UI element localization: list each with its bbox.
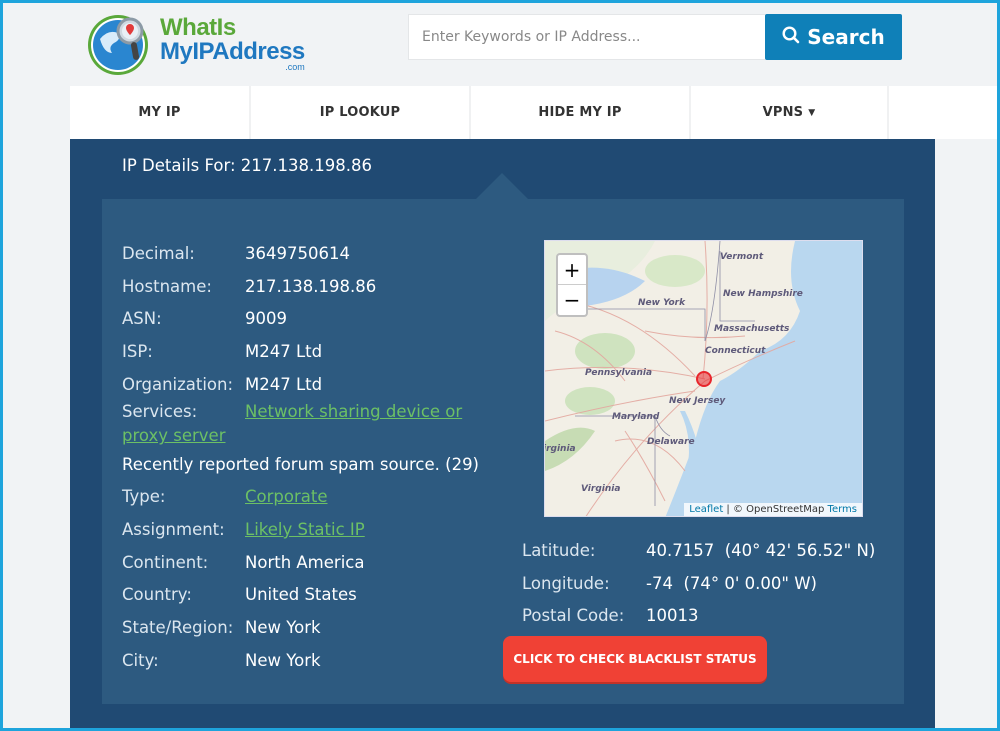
- nav-item-label: MY IP: [138, 105, 181, 120]
- detail-label: ASN:: [122, 309, 162, 329]
- nav-item-label: VPNS: [762, 105, 804, 120]
- caret-down-icon: ▼: [808, 107, 816, 118]
- detail-row-asn: ASN: 9009: [122, 302, 482, 335]
- page-title: IP Details For: 217.138.198.86: [122, 156, 373, 175]
- detail-row-postal-code: Postal Code: 10013: [522, 599, 875, 632]
- detail-label: Latitude:: [522, 540, 596, 560]
- detail-label: Organization:: [122, 374, 234, 394]
- detail-label: Continent:: [122, 552, 209, 572]
- coordinates-list: Latitude: 40.7157 (40° 42' 56.52" N) Lon…: [522, 534, 875, 632]
- detail-value: 40.7157 (40° 42' 56.52" N): [646, 540, 876, 560]
- detail-label: Country:: [122, 585, 192, 605]
- nav-item-label: IP LOOKUP: [319, 105, 401, 120]
- detail-value: 217.138.198.86: [245, 276, 377, 296]
- search-icon: [782, 25, 800, 49]
- site-logo[interactable]: WhatIs MyIPAddress .com: [86, 8, 306, 80]
- detail-value: 10013: [646, 606, 699, 626]
- location-marker-icon: [696, 371, 712, 387]
- map-label-new-hampshire: New Hampshire: [723, 289, 803, 299]
- map-label-massachusetts: Massachusetts: [714, 324, 790, 334]
- detail-label: Services:: [122, 402, 198, 422]
- map-label-delaware: Delaware: [647, 437, 695, 447]
- detail-label: Decimal:: [122, 243, 195, 263]
- leaflet-link[interactable]: Leaflet: [689, 504, 723, 515]
- search-button-label: Search: [807, 25, 885, 49]
- globe-magnifier-icon: [86, 9, 156, 79]
- nav-item-my-ip[interactable]: MY IP: [70, 86, 251, 139]
- main-nav: MY IP IP LOOKUP HIDE MY IP VPNS ▼: [70, 86, 1000, 139]
- panel-notch: [476, 173, 528, 199]
- detail-row-decimal: Decimal: 3649750614: [122, 237, 482, 270]
- detail-label: State/Region:: [122, 618, 234, 638]
- zoom-out-button[interactable]: −: [558, 285, 586, 315]
- detail-label: Type:: [122, 487, 166, 507]
- spam-notice: Recently reported forum spam source. (29…: [122, 454, 479, 474]
- assignment-link[interactable]: Likely Static IP: [245, 520, 365, 539]
- nav-item-more[interactable]: [889, 86, 1000, 139]
- detail-row-city: City: New York: [122, 644, 482, 677]
- detail-value: New York: [245, 650, 321, 670]
- map-label-pennsylvania: Pennsylvania: [585, 368, 652, 378]
- location-map[interactable]: Vermont New Hampshire New York Massachus…: [544, 240, 863, 517]
- nav-item-vpns[interactable]: VPNS ▼: [691, 86, 889, 139]
- detail-label: ISP:: [122, 341, 153, 361]
- map-tiles: Vermont New Hampshire New York Massachus…: [545, 241, 803, 516]
- logo-text-myipaddress: MyIPAddress: [160, 38, 305, 65]
- map-label-vermont: Vermont: [720, 252, 764, 262]
- detail-value: North America: [245, 552, 365, 572]
- map-attribution: Leaflet | © OpenStreetMap Terms: [684, 503, 862, 516]
- logo-text-whatis: WhatIs: [160, 14, 236, 41]
- nav-item-hide-my-ip[interactable]: HIDE MY IP: [471, 86, 691, 139]
- map-zoom-control: + −: [556, 253, 588, 317]
- detail-value: 3649750614: [245, 243, 350, 263]
- check-blacklist-button[interactable]: CLICK TO CHECK BLACKLIST STATUS: [503, 636, 767, 682]
- ip-details-panel: IP Details For: 217.138.198.86 Decimal: …: [70, 139, 935, 731]
- map-label-maryland: Maryland: [612, 412, 660, 422]
- type-link[interactable]: Corporate: [245, 487, 327, 506]
- search-button[interactable]: Search: [765, 14, 902, 60]
- map-label-new-york: New York: [638, 298, 686, 308]
- detail-value: 9009: [245, 309, 287, 329]
- map-label-new-jersey: New Jersey: [669, 396, 726, 406]
- detail-row-latitude: Latitude: 40.7157 (40° 42' 56.52" N): [522, 534, 875, 567]
- detail-value: New York: [245, 618, 321, 638]
- detail-row-services: Services: Network sharing device or proxy…: [122, 400, 482, 448]
- detail-value: United States: [245, 585, 357, 605]
- detail-label: Longitude:: [522, 573, 610, 593]
- terms-link[interactable]: Terms: [828, 504, 857, 515]
- map-label-connecticut: Connecticut: [705, 346, 766, 356]
- detail-row-isp: ISP: M247 Ltd: [122, 335, 482, 368]
- detail-row-hostname: Hostname: 217.138.198.86: [122, 270, 482, 303]
- map-label-west-virginia: irginia: [545, 444, 576, 454]
- detail-label: Assignment:: [122, 519, 225, 539]
- details-list: Decimal: 3649750614 Hostname: 217.138.19…: [122, 237, 482, 677]
- nav-item-ip-lookup[interactable]: IP LOOKUP: [251, 86, 471, 139]
- detail-row-longitude: Longitude: -74 (74° 0' 0.00" W): [522, 567, 875, 600]
- detail-value: M247 Ltd: [245, 374, 323, 394]
- detail-label: Postal Code:: [522, 606, 625, 626]
- detail-row-type: Type: Corporate: [122, 480, 482, 513]
- detail-label: City:: [122, 650, 159, 670]
- detail-row-organization: Organization: M247 Ltd: [122, 368, 482, 401]
- osm-credit: | © OpenStreetMap: [723, 504, 828, 515]
- detail-value: M247 Ltd: [245, 341, 323, 361]
- detail-row-state: State/Region: New York: [122, 611, 482, 644]
- detail-value: -74 (74° 0' 0.00" W): [646, 573, 817, 593]
- search-input[interactable]: [408, 14, 765, 60]
- detail-row-continent: Continent: North America: [122, 546, 482, 579]
- detail-row-country: Country: United States: [122, 579, 482, 612]
- detail-label: Hostname:: [122, 276, 212, 296]
- nav-item-label: HIDE MY IP: [538, 105, 622, 120]
- zoom-in-button[interactable]: +: [558, 255, 586, 285]
- ip-details-card: Decimal: 3649750614 Hostname: 217.138.19…: [102, 199, 904, 704]
- detail-row-assignment: Assignment: Likely Static IP: [122, 513, 482, 546]
- map-label-virginia: Virginia: [581, 484, 620, 494]
